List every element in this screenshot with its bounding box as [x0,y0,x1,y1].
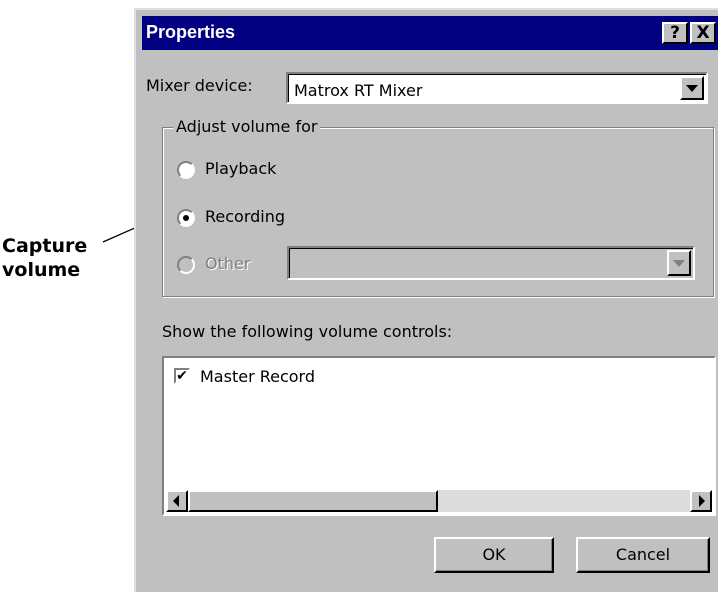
chevron-down-icon [686,85,698,92]
master-record-label: Master Record [200,367,316,386]
cancel-button[interactable]: Cancel [576,537,710,573]
callout-line-1: Capture [2,235,88,257]
arrow-right-icon [699,495,705,507]
volume-controls-list[interactable]: ✔ Master Record [162,356,716,516]
master-record-checkbox[interactable]: ✔ [174,368,190,384]
close-button[interactable]: X [690,22,716,44]
title-bar: Properties ? X [142,16,718,50]
chevron-down-icon [673,260,685,267]
help-button[interactable]: ? [662,22,688,44]
dialog-title: Properties [146,22,236,42]
mixer-device-value: Matrox RT Mixer [294,81,423,100]
volume-controls-label: Show the following volume controls: [162,322,453,341]
radio-other-label: Other [205,254,251,273]
other-device-select [287,246,695,280]
adjust-volume-group: Adjust volume for Playback Recording Oth… [162,117,714,297]
horizontal-scrollbar[interactable] [166,490,712,512]
radio-other [177,256,195,274]
callout-line-2: volume [2,259,81,281]
radio-playback-label: Playback [205,159,277,178]
radio-recording-label: Recording [205,207,286,226]
arrow-left-icon [173,495,179,507]
mixer-device-label: Mixer device: [146,76,253,95]
callout-label: Capture volume [2,234,87,282]
radio-selected-dot [183,215,189,221]
mixer-dropdown-button[interactable] [680,76,704,100]
radio-playback[interactable] [177,161,195,179]
radio-recording[interactable] [177,209,195,227]
scroll-thumb[interactable] [188,490,438,512]
other-dropdown-button [667,250,691,276]
ok-button[interactable]: OK [434,537,554,573]
properties-dialog: Properties ? X Mixer device: Matrox RT M… [134,8,718,592]
scroll-right-button[interactable] [690,490,712,512]
adjust-volume-title: Adjust volume for [173,117,321,136]
scroll-left-button[interactable] [166,490,188,512]
mixer-device-select[interactable]: Matrox RT Mixer [286,72,708,104]
